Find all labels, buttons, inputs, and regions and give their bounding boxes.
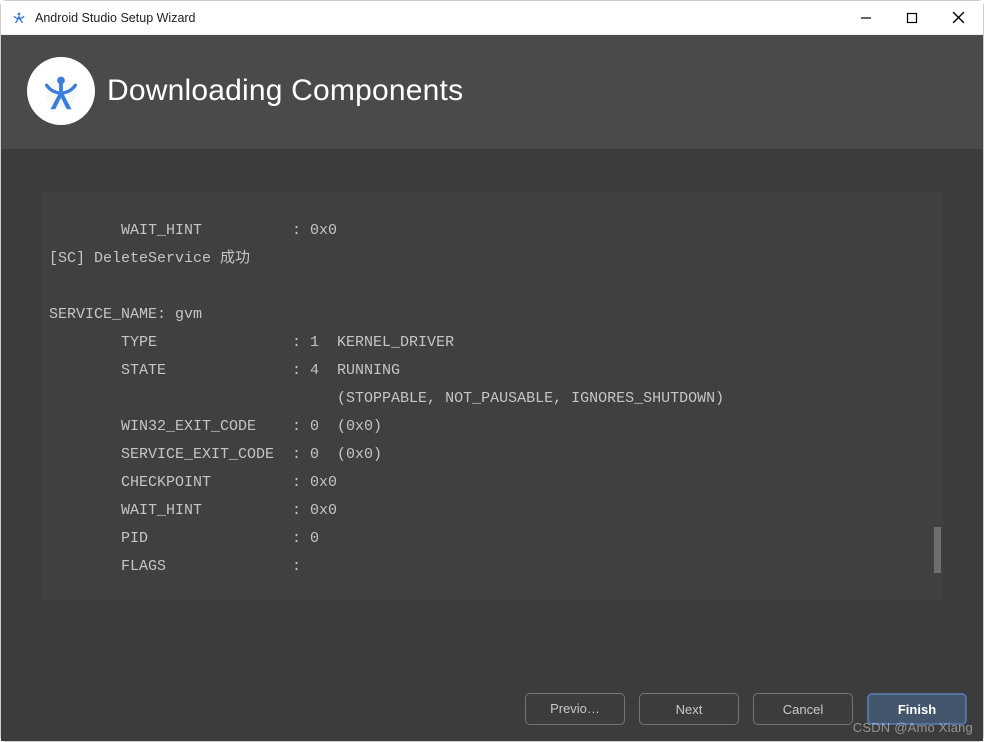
window-controls xyxy=(843,1,981,34)
wizard-footer: Previo… Next Cancel Finish xyxy=(1,677,983,741)
wizard-header: Downloading Components xyxy=(1,35,983,149)
cancel-button[interactable]: Cancel xyxy=(753,693,853,725)
wizard-title: Downloading Components xyxy=(107,74,463,108)
window-title: Android Studio Setup Wizard xyxy=(35,11,843,25)
log-output: WAIT_HINT : 0x0 [SC] DeleteService 成功 SE… xyxy=(41,193,943,601)
window-titlebar: Android Studio Setup Wizard xyxy=(1,1,983,35)
next-button[interactable]: Next xyxy=(639,693,739,725)
wizard-body: Downloading Components WAIT_HINT : 0x0 [… xyxy=(1,35,983,741)
maximize-button[interactable] xyxy=(889,1,935,34)
close-button[interactable] xyxy=(935,1,981,34)
console-container: WAIT_HINT : 0x0 [SC] DeleteService 成功 SE… xyxy=(1,149,983,677)
android-studio-badge-icon xyxy=(27,57,95,125)
scrollbar-thumb[interactable] xyxy=(934,527,941,573)
log-text: WAIT_HINT : 0x0 [SC] DeleteService 成功 SE… xyxy=(49,222,724,575)
finish-button[interactable]: Finish xyxy=(867,693,967,725)
android-studio-icon xyxy=(11,10,27,26)
minimize-button[interactable] xyxy=(843,1,889,34)
previous-button[interactable]: Previo… xyxy=(525,693,625,725)
